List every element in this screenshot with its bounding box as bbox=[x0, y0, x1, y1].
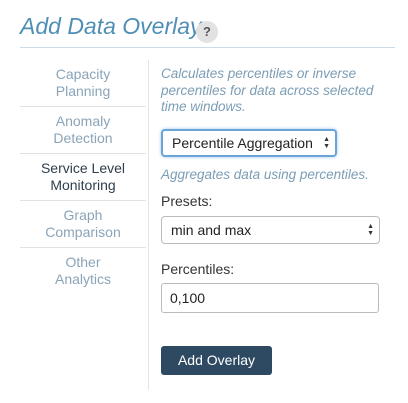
aggregation-description: Aggregates data using percentiles. bbox=[161, 167, 369, 182]
sidebar-item-label: Detection bbox=[53, 130, 113, 146]
add-overlay-button[interactable]: Add Overlay bbox=[161, 346, 272, 375]
sidebar-item-label: Capacity bbox=[55, 66, 111, 82]
sidebar-item-label: Other bbox=[65, 254, 101, 270]
select-arrows-icon: ▲ ▼ bbox=[367, 223, 374, 237]
percentiles-label: Percentiles: bbox=[161, 261, 235, 277]
sidebar-item-label: Service Level bbox=[40, 160, 126, 176]
sidebar-item-graph-comparison[interactable]: Graph Comparison bbox=[20, 201, 146, 248]
aggregation-select-value: Percentile Aggregation bbox=[172, 135, 313, 151]
header-divider bbox=[20, 47, 395, 48]
sidebar-item-label: Planning bbox=[55, 83, 111, 99]
presets-select-value: min and max bbox=[171, 222, 252, 238]
sidebar-item-label: Analytics bbox=[54, 271, 112, 287]
overlay-category-sidebar: Capacity Planning Anomaly Detection Serv… bbox=[20, 60, 146, 294]
presets-select[interactable]: min and max ▲ ▼ bbox=[161, 216, 380, 244]
sidebar-item-capacity-planning[interactable]: Capacity Planning bbox=[20, 60, 146, 107]
select-arrows-icon: ▲ ▼ bbox=[323, 136, 330, 150]
help-icon[interactable]: ? bbox=[196, 21, 218, 43]
sidebar-item-label: Graph bbox=[63, 207, 103, 223]
sidebar-item-label: Anomaly bbox=[55, 113, 111, 129]
sidebar-item-other-analytics[interactable]: Other Analytics bbox=[20, 248, 146, 294]
overlay-description: Calculates percentiles or inverse percen… bbox=[161, 66, 374, 114]
sidebar-item-anomaly-detection[interactable]: Anomaly Detection bbox=[20, 107, 146, 154]
sidebar-item-service-level-monitoring[interactable]: Service Level Monitoring bbox=[20, 154, 146, 201]
presets-label: Presets: bbox=[161, 193, 213, 209]
aggregation-select[interactable]: Percentile Aggregation ▲ ▼ bbox=[161, 129, 337, 157]
sidebar-divider bbox=[148, 60, 149, 390]
percentiles-input[interactable]: 0,100 bbox=[161, 283, 379, 313]
dialog-title: Add Data Overlay bbox=[20, 13, 202, 39]
sidebar-item-label: Monitoring bbox=[50, 177, 116, 193]
sidebar-item-label: Comparison bbox=[45, 224, 121, 240]
